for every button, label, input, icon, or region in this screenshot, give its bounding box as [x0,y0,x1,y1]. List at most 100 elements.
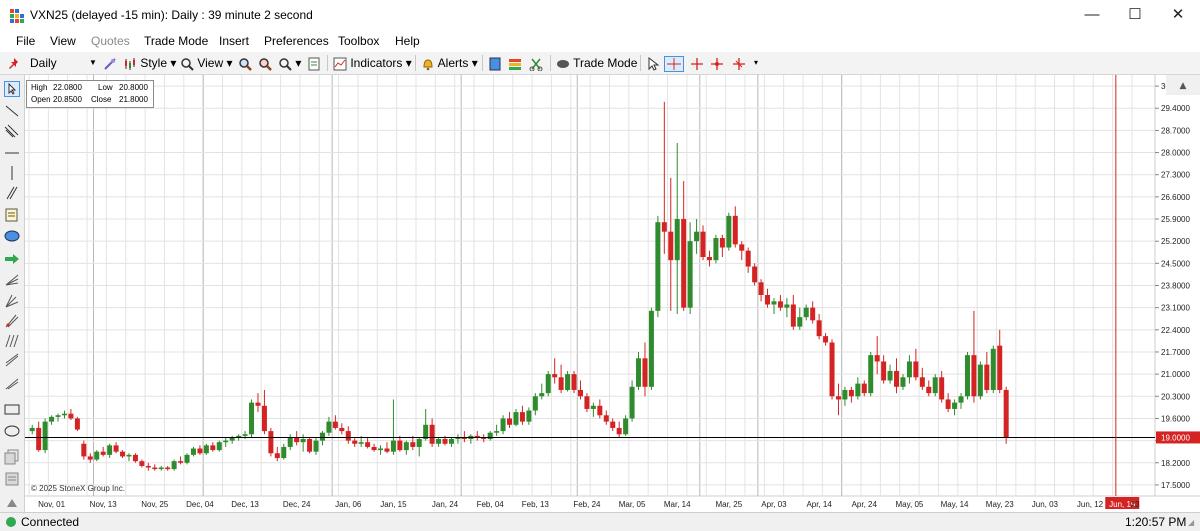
interval-select[interactable]: Daily ▼ [30,55,97,71]
view-menu[interactable]: View ▾ [180,55,233,71]
candle-body [855,383,861,397]
crosshair-dot-icon[interactable] [710,55,724,71]
fibonacci-fan-icon[interactable] [4,271,20,287]
date-tick-label: Mar, 25 [715,500,742,509]
crosshair-active-icon[interactable] [664,55,684,72]
price-tick-label: 18.2000 [1161,459,1190,468]
scissors-icon[interactable] [529,55,543,72]
candle-body [894,370,900,387]
candle-body [268,431,274,454]
candle-body [87,456,93,460]
menu-help[interactable]: Help [395,34,420,48]
candle-body [597,405,603,416]
window-title: VXN25 (delayed -15 min): Daily : 39 minu… [30,8,313,22]
candle-body [765,294,771,305]
price-tick-label: 25.2000 [1161,237,1190,246]
globe-icon[interactable] [488,55,502,71]
price-tick-label: 25.9000 [1161,215,1190,224]
menu-file[interactable]: File [16,34,35,48]
callout-icon[interactable] [4,229,20,245]
magnifier-icon [181,58,194,71]
scroll-arrow-icon[interactable] [4,495,20,511]
candle-body [94,451,100,460]
candle-body [577,389,583,397]
minimize-button[interactable]: — [1072,4,1112,26]
menu-view[interactable]: View [50,34,76,48]
candle-body [803,307,809,318]
chart-area[interactable]: 30.100029.400028.700028.000027.300026.60… [25,75,1200,512]
resize-grip-icon[interactable]: ◢ [1188,518,1194,527]
candle-body [332,421,338,428]
candle-body [829,342,835,397]
candle-body [313,440,319,452]
regression-icon[interactable] [4,353,20,369]
candlestick-chart[interactable]: 30.100029.400028.700028.000027.300026.60… [25,75,1200,512]
close-button[interactable]: ✕ [1158,4,1198,26]
pin-icon[interactable] [7,55,21,71]
candle-body [274,453,280,459]
close-label: Close [91,95,112,104]
zoom-out-icon[interactable] [258,55,272,71]
date-tick-label: May, 05 [895,500,923,509]
menu-insert[interactable]: Insert [219,34,249,48]
select-arrow-icon[interactable] [4,81,20,97]
parallel-lines-icon[interactable] [4,185,20,201]
candle-body [126,454,132,457]
menu-preferences[interactable]: Preferences [264,34,329,48]
style-menu[interactable]: Style ▾ [123,55,176,71]
candle-body [145,465,151,468]
note-icon[interactable] [4,207,20,223]
crosshair-icon[interactable] [690,55,704,71]
menu-trade-mode[interactable]: Trade Mode [144,34,208,48]
cycle-lines-icon[interactable] [4,333,20,349]
scroll-up-icon: ▲ [1180,81,1187,91]
crosshair-extend-icon[interactable] [732,55,746,71]
candle-body [758,282,764,295]
candle-body [752,266,758,283]
color-palette-icon[interactable] [508,55,522,71]
pointer-cursor-icon[interactable] [646,55,660,71]
date-tick-label: Dec, 13 [231,500,259,509]
chart-toolbar: Daily ▼ Style ▾ View ▾ ▾ Indicators ▾ Ale… [0,52,1200,75]
candle-body [36,427,42,451]
candle-body [713,238,719,261]
handshake-icon [557,59,569,68]
horizontal-line-icon[interactable] [4,145,20,161]
vertical-line-icon[interactable] [4,165,20,181]
alerts-menu[interactable]: Alerts ▾ [421,55,478,71]
copy-icon[interactable] [4,449,20,465]
indicators-menu[interactable]: Indicators ▾ [333,55,412,71]
date-tick-label: Apr, 14 [806,500,832,509]
zoom-menu-icon[interactable]: ▾ [278,55,301,71]
fit-screen-icon[interactable] [307,55,321,71]
indicators-icon [333,57,347,71]
trendline-icon[interactable] [4,103,20,119]
speed-lines-icon[interactable] [4,375,20,391]
candle-body [345,431,351,441]
candle-body [436,439,442,444]
status-time: 1:20:57 PM [1125,515,1187,529]
gann-fan-icon[interactable] [4,293,20,309]
trade-mode-button[interactable]: Trade Mode [556,55,637,71]
template-icon[interactable] [4,471,20,487]
candle-body [139,461,145,466]
crosshair-draw-icon[interactable] [103,55,117,71]
date-tick-label: Mar, 14 [664,500,691,509]
arrow-right-icon[interactable] [4,251,20,267]
candle-body [797,317,803,327]
pitchfork-icon[interactable] [4,313,20,329]
maximize-button[interactable]: ☐ [1115,4,1155,26]
menu-toolbox[interactable]: Toolbox [338,34,379,48]
zoom-in-icon[interactable] [238,55,252,71]
candle-body [919,377,925,387]
rectangle-icon[interactable] [4,401,20,417]
price-axis-background [1155,75,1200,512]
ellipse-icon[interactable] [4,423,20,439]
candle-body [887,370,893,381]
candle-body [178,461,184,463]
menu-quotes[interactable]: Quotes [91,34,130,48]
channel-icon[interactable] [4,123,20,139]
toolbar-overflow-icon[interactable]: ▾ [754,55,758,71]
candle-body [668,231,674,261]
candle-body [926,386,932,394]
